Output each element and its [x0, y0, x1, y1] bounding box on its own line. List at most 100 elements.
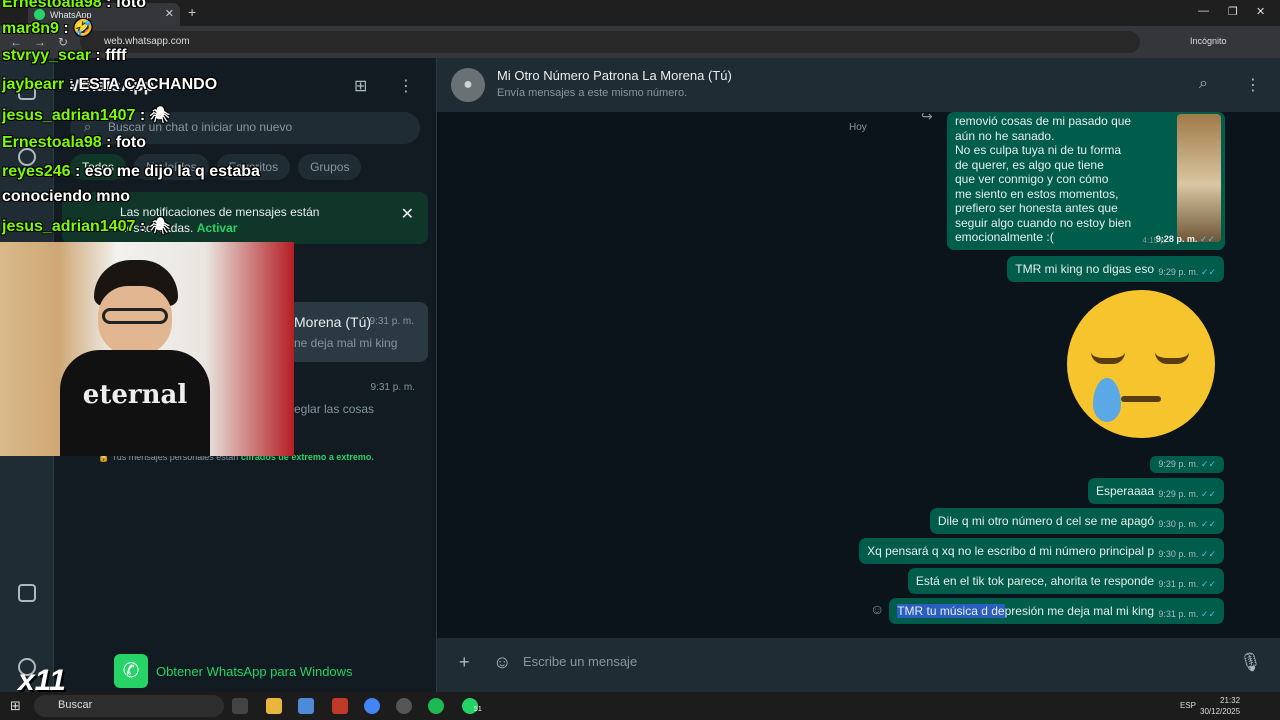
tab-close-icon[interactable]: ✕ — [165, 7, 174, 20]
avatar[interactable]: ● — [451, 68, 485, 102]
time-text: 9:28 p. m. — [1155, 234, 1198, 244]
message-time: 9:29 p. m. ✓✓ — [1158, 489, 1216, 500]
attach-plus-icon[interactable]: + — [459, 652, 470, 673]
photo-thumbnail[interactable] — [1177, 114, 1221, 242]
obs-icon[interactable] — [396, 698, 412, 714]
message-line: prefiero ser honesta antes que — [955, 201, 1118, 215]
message-text: removió cosas de mi pasado que aún no he … — [955, 114, 1177, 244]
message-text: TMR mi king no digas eso — [1015, 262, 1154, 276]
spotify-icon[interactable] — [428, 698, 444, 714]
stream-chat-user: reyes246 — [2, 163, 71, 180]
read-check-icon: ✓✓ — [1200, 519, 1216, 529]
menu-icon[interactable]: ⋮ — [1245, 75, 1261, 95]
maximize-icon[interactable]: ❐ — [1228, 5, 1238, 18]
minimize-icon[interactable]: — — [1198, 5, 1209, 17]
time-text: 9:29 p. m. — [1158, 459, 1199, 469]
conversation-title: Mi Otro Número Patrona La Morena (Tú) — [497, 68, 732, 83]
url-field[interactable]: web.whatsapp.com — [80, 31, 1140, 53]
read-check-icon: ✓✓ — [1200, 459, 1216, 469]
message-bubble[interactable]: Dile q mi otro número d cel se me apagó … — [929, 508, 1224, 534]
emoji-react-icon[interactable]: ☺ — [870, 601, 884, 617]
app-icon[interactable] — [332, 698, 348, 714]
message-text: Xq pensará q xq no le escribo d mi númer… — [867, 544, 1154, 558]
emoji-icon[interactable]: ☺ — [493, 652, 511, 673]
message-time: 9:31 p. m. ✓✓ — [1158, 609, 1216, 620]
sticker-time: 9:29 p. m. ✓✓ — [1150, 456, 1224, 473]
microphone-icon[interactable]: 🎙 — [1239, 652, 1262, 673]
day-label: Hoy — [849, 122, 867, 133]
filter-grupos[interactable]: Grupos — [298, 154, 362, 180]
message-text: Esperaaaa — [1095, 484, 1154, 498]
window-close-icon[interactable]: ✕ — [1256, 5, 1265, 18]
stream-chat-message: : ffff — [90, 47, 127, 64]
file-explorer-icon[interactable] — [266, 698, 282, 714]
message-time: 9:30 p. m. ✓✓ — [1158, 549, 1216, 560]
chrome-icon[interactable] — [364, 698, 380, 714]
stream-chat-user: Ernestoala98 — [2, 0, 102, 11]
taskbar-clock[interactable]: 21:32 30/12/2025 — [1200, 695, 1240, 717]
chat-row-time: 9:31 p. m. — [369, 316, 414, 327]
clock-time: 21:32 — [1220, 696, 1241, 705]
stream-chat-message: : 🕷 — [135, 107, 170, 124]
chat-row-preview: ne deja mal mi king — [294, 336, 398, 350]
search-icon[interactable]: ⌕ — [1199, 75, 1208, 93]
stream-chat-line: Ernestoala98 : foto — [2, 0, 146, 12]
notification-activate-link[interactable]: Activar — [197, 221, 238, 235]
get-app-banner[interactable]: ✆ Obtener WhatsApp para Windows — [114, 654, 353, 688]
message-bubble[interactable]: Está en el tik tok parece, ahorita te re… — [907, 568, 1224, 594]
conversation-header[interactable]: ● Mi Otro Número Patrona La Morena (Tú) … — [437, 58, 1280, 112]
message-bubble[interactable]: Xq pensará q xq no le escribo d mi númer… — [859, 538, 1224, 564]
read-check-icon: ✓✓ — [1200, 549, 1216, 559]
media-icon[interactable] — [18, 584, 36, 602]
taskbar-search-text: Buscar — [58, 699, 93, 711]
message-bubble[interactable]: Esperaaaa 9:29 p. m. ✓✓ — [1087, 478, 1224, 504]
read-check-icon: ✓✓ — [1199, 234, 1215, 244]
shirt-text: eternal — [82, 380, 188, 410]
sad-emoji-sticker[interactable] — [1067, 290, 1215, 438]
chat-row-preview: eglar las cosas — [294, 402, 375, 416]
message-line: aún no he sanado. — [955, 128, 1055, 143]
menu-icon[interactable]: ⋮ — [398, 76, 414, 96]
message-time: 9:30 p. m. ✓✓ — [1158, 519, 1216, 530]
forward-icon[interactable]: ↪ — [921, 108, 933, 125]
stream-chat-message: : eso me dijo la q estaba — [70, 163, 260, 180]
notepad-icon[interactable] — [298, 698, 314, 714]
time-text: 9:29 p. m. — [1158, 489, 1199, 499]
conversation-subtitle: Envía mensajes a este mismo número. — [497, 87, 688, 99]
chat-row-name: Morena (Tú) — [294, 314, 372, 330]
message-line: me siento en estos momentos, — [955, 186, 1119, 201]
time-text: 9:29 p. m. — [1158, 267, 1199, 277]
stream-chat-message: : 🕷 — [135, 218, 170, 235]
incognito-label: Incógnito — [1190, 36, 1227, 46]
stream-chat-user: jesus_adrian1407 — [2, 218, 136, 235]
stream-chat-message: : foto — [101, 0, 147, 11]
message-bubble[interactable]: TMR mi king no digas eso 9:29 p. m. ✓✓ — [1007, 256, 1224, 282]
message-text: Está en el tik tok parece, ahorita te re… — [915, 574, 1154, 588]
chat-row-time: 9:31 p. m. — [370, 382, 415, 393]
read-check-icon: ✓✓ — [1200, 489, 1216, 499]
new-tab-icon[interactable]: + — [188, 4, 196, 20]
message-input[interactable]: Escribe un mensaje — [523, 654, 637, 669]
message-bubble-last[interactable]: TMR tu música d depresión me deja mal mi… — [889, 598, 1224, 624]
stream-chat-line: reyes246 : eso me dijo la q estaba — [2, 163, 260, 181]
windows-start-icon[interactable]: ⊞ — [10, 698, 21, 714]
language-indicator[interactable]: ESP — [1180, 701, 1196, 710]
time-text: 9:30 p. m. — [1158, 549, 1199, 559]
stream-chat-line: conociendo mno — [2, 188, 130, 206]
emoji-eye — [1155, 352, 1189, 364]
clock-date: 30/12/2025 — [1200, 707, 1241, 716]
notification-close-icon[interactable]: ✕ — [401, 204, 414, 224]
stream-chat-message: conociendo mno — [2, 188, 130, 205]
message-bubble-long[interactable]: removió cosas de mi pasado que aún no he … — [947, 112, 1225, 250]
new-chat-icon[interactable]: ⊞ — [354, 76, 367, 96]
streamer-glasses — [102, 308, 168, 324]
url-text: web.whatsapp.com — [104, 36, 190, 47]
taskbar-search[interactable]: Buscar — [34, 695, 224, 717]
message-line: seguir algo cuando no estoy bien — [955, 215, 1132, 230]
stream-chat-message: : foto — [101, 134, 147, 151]
stream-chat-user: mar8n9 — [2, 20, 59, 37]
stream-chat-line: jesus_adrian1407 : 🕷 — [2, 216, 170, 236]
task-view-icon[interactable] — [232, 698, 248, 714]
emoji-mouth — [1121, 396, 1161, 402]
time-text: 9:30 p. m. — [1158, 519, 1199, 529]
